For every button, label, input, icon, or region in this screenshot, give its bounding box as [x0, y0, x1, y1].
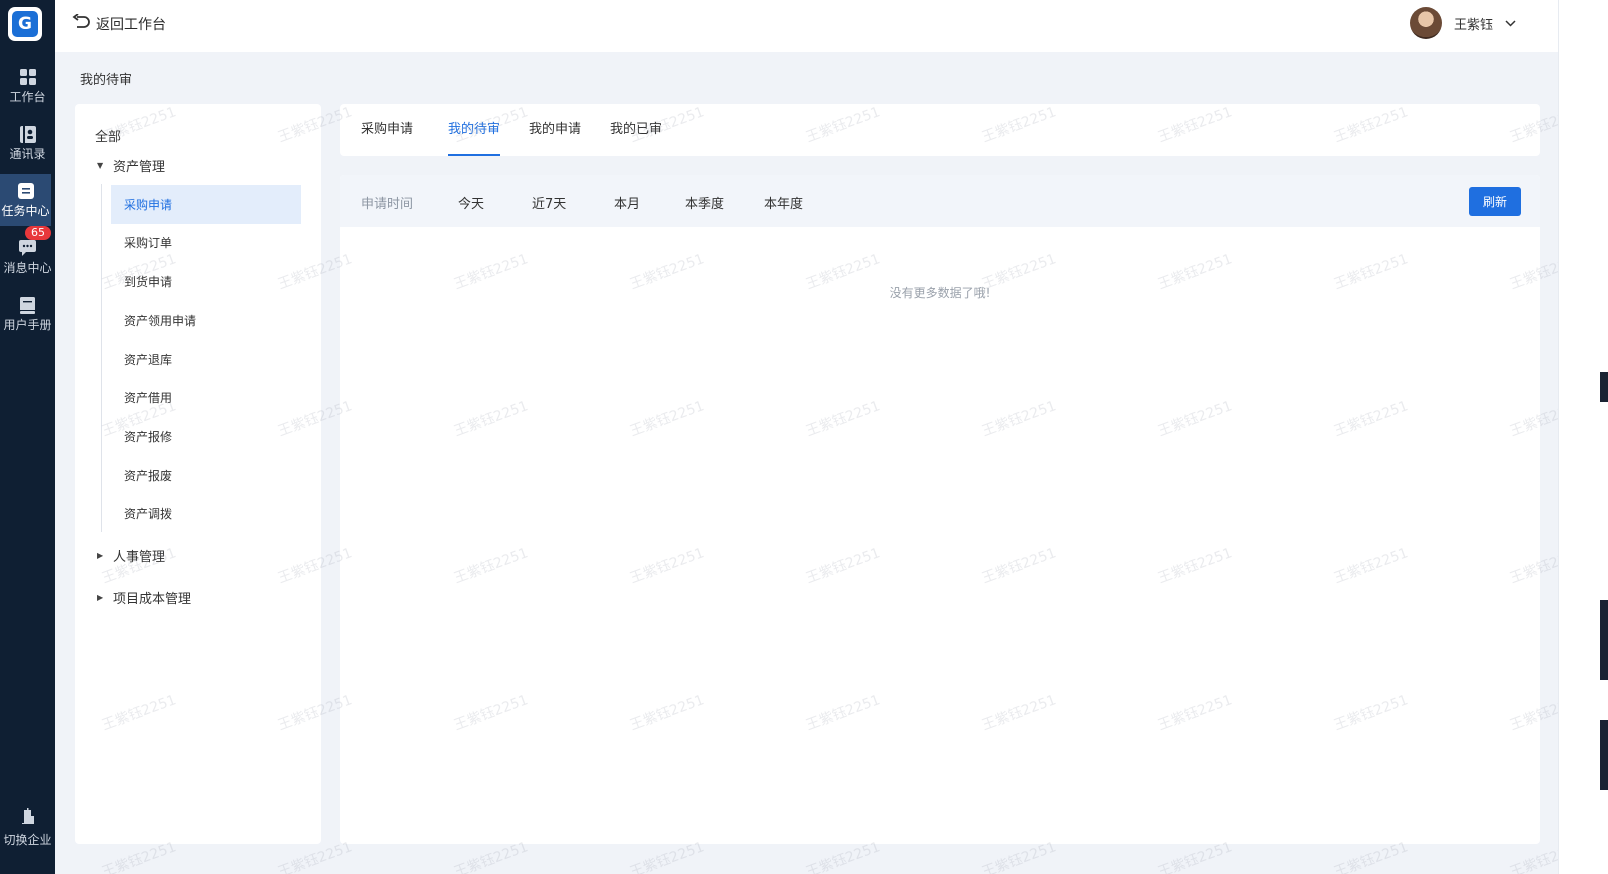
- tree-group-project-cost[interactable]: ▶ 项目成本管理: [97, 588, 191, 607]
- tree-leaf[interactable]: 资产报废: [111, 456, 301, 495]
- tree-leaf[interactable]: 资产调拨: [111, 494, 301, 533]
- edge-block: [1600, 372, 1608, 402]
- tree-leaf[interactable]: 到货申请: [111, 262, 301, 301]
- refresh-button[interactable]: 刷新: [1469, 187, 1521, 216]
- tree-leaf[interactable]: 资产借用: [111, 378, 301, 417]
- edge-block: [1600, 720, 1608, 790]
- building-icon: [21, 808, 35, 827]
- tree-leaf[interactable]: 采购订单: [111, 223, 301, 262]
- switch-enterprise-label: 切换企业: [3, 833, 52, 847]
- tree-leaf[interactable]: 资产领用申请: [111, 301, 301, 340]
- tree-leaf[interactable]: 资产退库: [111, 340, 301, 379]
- rail-label: 任务中心: [1, 204, 50, 218]
- filter-option-year[interactable]: 本年度: [764, 193, 803, 212]
- filter-bar: 申请时间 今天 近7天 本月 本季度 本年度 刷新: [340, 175, 1540, 227]
- tree-group-label: 资产管理: [113, 160, 166, 175]
- tree-group-label: 人事管理: [113, 550, 166, 565]
- top-header: 返回工作台 王紫钰: [55, 0, 1558, 52]
- tree-all[interactable]: 全部: [95, 126, 121, 145]
- tree-group-asset[interactable]: ▼ 资产管理: [97, 156, 165, 175]
- tree-leaf[interactable]: 资产报修: [111, 417, 301, 456]
- filter-option-today[interactable]: 今天: [458, 193, 484, 212]
- tab-purchase-request[interactable]: 采购申请: [361, 104, 413, 156]
- rail-label: 工作台: [9, 90, 46, 104]
- tree-leaf[interactable]: 采购申请: [111, 185, 301, 224]
- user-name: 王紫钰: [1453, 17, 1493, 33]
- rail-item-task-center[interactable]: 任务中心: [0, 174, 51, 226]
- tab-my-requests[interactable]: 我的申请: [529, 104, 581, 156]
- undo-arrow-icon: [72, 13, 90, 34]
- user-menu[interactable]: 王紫钰: [1409, 7, 1516, 39]
- rail-item-workbench[interactable]: 工作台: [0, 60, 55, 112]
- left-rail: G 工作台 通讯录 任务中心 消息中心 65 用户手册 切换企业: [0, 0, 55, 874]
- chat-icon: [19, 239, 37, 257]
- filter-option-7days[interactable]: 近7天: [532, 193, 566, 212]
- empty-state-text: 没有更多数据了哦!: [889, 286, 991, 300]
- rail-item-user-manual[interactable]: 用户手册: [0, 288, 55, 340]
- grid-icon: [19, 68, 37, 86]
- tab-my-reviewed[interactable]: 我的已审: [610, 104, 662, 156]
- avatar: [1409, 7, 1442, 39]
- rail-label: 通讯录: [9, 147, 46, 161]
- filter-option-quarter[interactable]: 本季度: [685, 193, 724, 212]
- task-icon: [17, 182, 35, 200]
- tree-group-label: 项目成本管理: [113, 592, 192, 607]
- back-to-workbench-button[interactable]: 返回工作台: [72, 13, 166, 34]
- rail-item-contacts[interactable]: 通讯录: [0, 117, 55, 169]
- tree-guide-line: [101, 184, 102, 532]
- message-count-badge: 65: [25, 226, 51, 240]
- rail-label: 消息中心: [3, 261, 52, 275]
- app-logo[interactable]: G: [8, 7, 42, 41]
- back-label: 返回工作台: [96, 17, 166, 33]
- book-icon: [19, 296, 37, 314]
- chevron-down-icon: [1505, 16, 1516, 31]
- content-panel: 申请时间 今天 近7天 本月 本季度 本年度 刷新 没有更多数据了哦!: [340, 175, 1540, 844]
- caret-right-icon: ▶: [97, 593, 104, 602]
- filter-option-month[interactable]: 本月: [614, 193, 640, 212]
- breadcrumb: 我的待审: [80, 73, 133, 88]
- edge-block: [1600, 600, 1608, 680]
- caret-down-icon: ▼: [97, 161, 104, 170]
- tree-group-hr[interactable]: ▶ 人事管理: [97, 546, 165, 565]
- filter-label: 申请时间: [361, 197, 414, 212]
- tab-bar: 采购申请 我的待审 我的申请 我的已审: [340, 104, 1540, 156]
- caret-right-icon: ▶: [97, 551, 104, 560]
- tab-my-pending[interactable]: 我的待审: [448, 104, 501, 156]
- category-tree: 全部 ▼ 资产管理 采购申请 采购订单 到货申请 资产领用申请 资产退库 资产借…: [75, 104, 321, 844]
- contacts-icon: [19, 125, 37, 143]
- logo-mark: G: [12, 11, 38, 37]
- switch-enterprise-button[interactable]: 切换企业: [0, 808, 55, 848]
- right-edge-strip: [1558, 0, 1608, 874]
- rail-label: 用户手册: [3, 318, 52, 332]
